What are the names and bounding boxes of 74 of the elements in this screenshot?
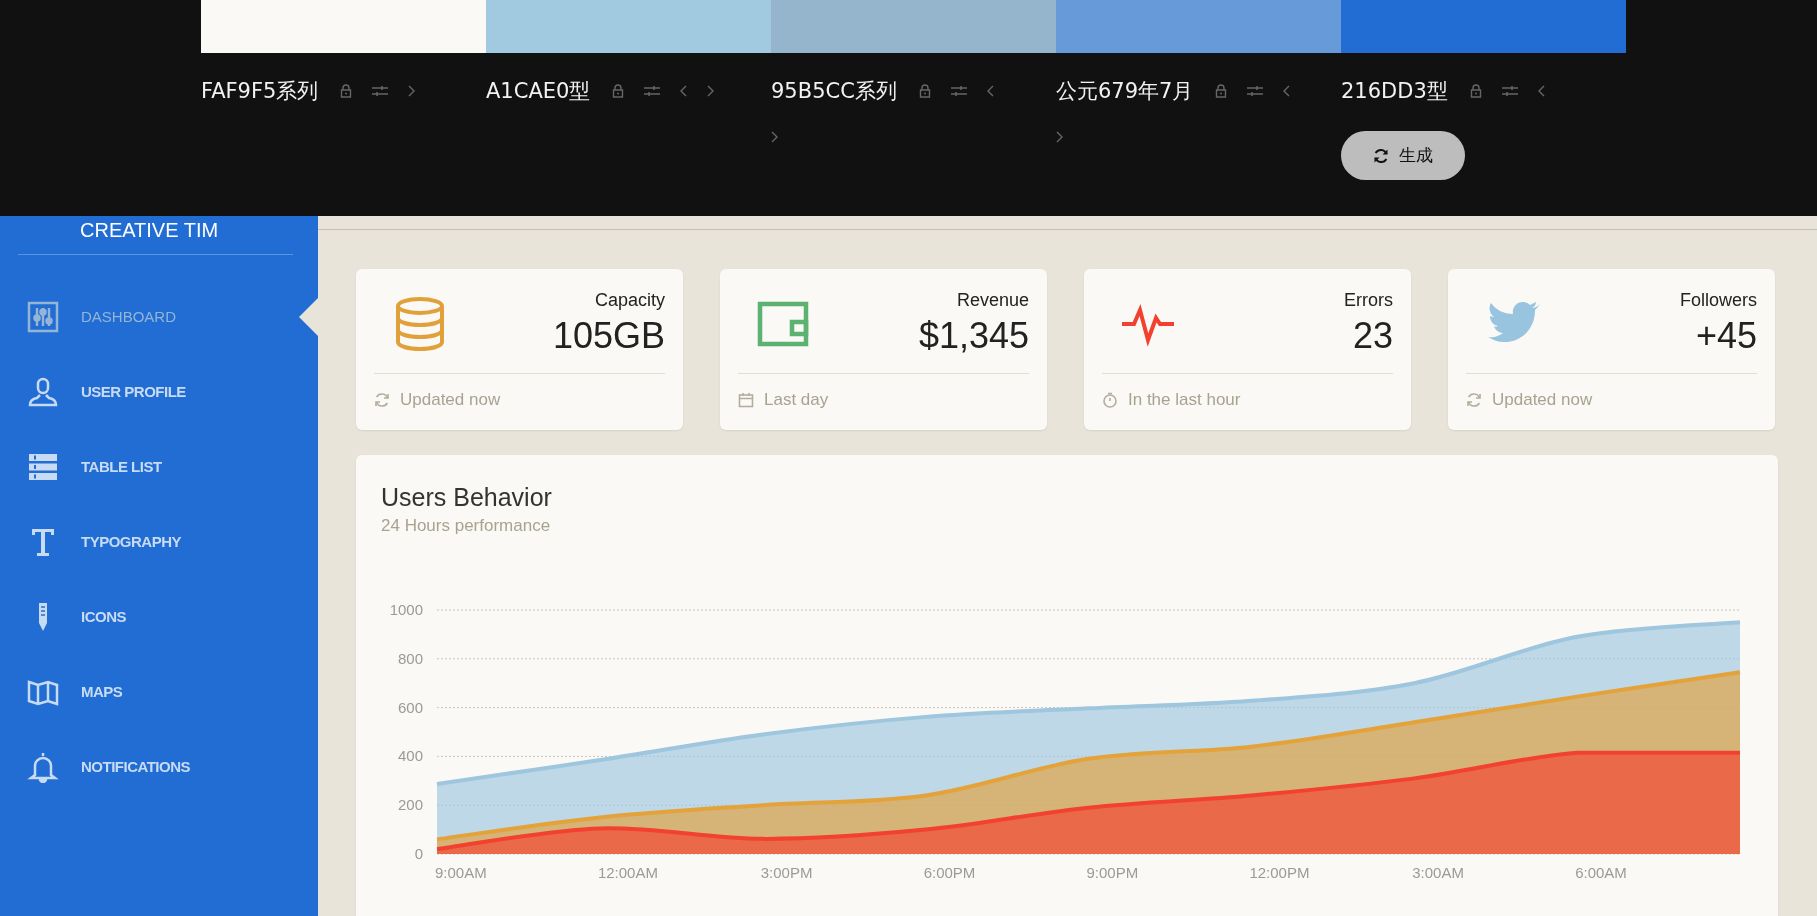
sliders-icon[interactable] xyxy=(644,85,661,97)
lock-icon[interactable] xyxy=(918,84,931,98)
x-tick-label: 6:00PM xyxy=(923,864,976,881)
x-tick-label: 9:00PM xyxy=(1086,864,1139,881)
sliders-icon[interactable] xyxy=(1501,85,1518,97)
x-tick-label: 3:00AM xyxy=(1412,864,1464,881)
generate-button[interactable]: 生成 xyxy=(1341,131,1465,180)
bell-icon xyxy=(27,750,59,783)
color-swatch[interactable] xyxy=(1056,0,1341,53)
stat-title: Revenue xyxy=(955,290,1029,311)
stat-value: 105GB xyxy=(552,315,665,357)
nav-item[interactable]: DASHBOARD xyxy=(0,279,318,354)
color-swatch[interactable] xyxy=(201,0,486,53)
chart-subtitle: 24 Hours performance xyxy=(380,516,552,536)
color-name: A1CAE0型 xyxy=(486,78,591,105)
stat-value: $1,345 xyxy=(918,315,1029,357)
color-swatch[interactable] xyxy=(1341,0,1626,53)
chevron-left-icon[interactable] xyxy=(1283,85,1291,97)
stat-footer-text: Updated now xyxy=(400,390,501,410)
color-name: FAF9F5系列 xyxy=(201,78,319,105)
stat-value: +45 xyxy=(1694,315,1757,357)
color-name: 公元679年7月 xyxy=(1056,78,1194,105)
nav-item[interactable]: USER PROFILE xyxy=(0,354,318,429)
y-tick-label: 0 xyxy=(414,845,423,862)
color-name: 216DD3型 xyxy=(1341,78,1448,105)
sliders-icon xyxy=(27,300,59,333)
x-tick-label: 9:00AM xyxy=(435,864,487,881)
nav-item[interactable]: ICONS xyxy=(0,579,318,654)
sliders-icon[interactable] xyxy=(1247,85,1264,97)
chevron-right-icon[interactable] xyxy=(1056,131,1063,143)
stat-footer-text: Last day xyxy=(764,390,829,410)
y-tick-label: 400 xyxy=(397,747,423,765)
color-swatch[interactable] xyxy=(771,0,1056,53)
chevron-right-icon[interactable] xyxy=(408,85,416,97)
nav-item[interactable]: NOTIFICATIONS xyxy=(0,729,318,804)
chevron-left-icon[interactable] xyxy=(986,85,994,97)
stat-footer-text: In the last hour xyxy=(1128,390,1241,410)
chevron-left-icon[interactable] xyxy=(680,85,688,97)
x-tick-label: 3:00PM xyxy=(760,864,813,881)
stat-title: Capacity xyxy=(593,290,665,311)
nav-item[interactable]: TYPOGRAPHY xyxy=(0,504,318,579)
sliders-icon[interactable] xyxy=(950,85,967,97)
stat-title: Followers xyxy=(1679,290,1757,311)
y-tick-label: 1000 xyxy=(389,601,423,618)
y-tick-label: 200 xyxy=(397,796,423,814)
stat-footer-text: Updated now xyxy=(1492,390,1593,410)
stat-title: Errors xyxy=(1344,290,1393,311)
chart-title: Users Behavior xyxy=(380,483,553,512)
pen-icon xyxy=(38,600,48,633)
lock-icon[interactable] xyxy=(612,84,625,98)
logo-text[interactable]: CREATIVE TIM xyxy=(80,219,219,241)
refresh-icon xyxy=(1466,392,1482,408)
refresh-icon xyxy=(1373,147,1389,164)
x-tick-label: 6:00AM xyxy=(1575,864,1627,881)
chevron-right-icon[interactable] xyxy=(771,131,778,143)
y-tick-label: 600 xyxy=(397,698,423,716)
calendar-icon xyxy=(738,392,754,408)
nav-item[interactable]: TABLE LIST xyxy=(0,429,318,504)
nav-item[interactable]: MAPS xyxy=(0,654,318,729)
chevron-left-icon[interactable] xyxy=(1537,85,1545,97)
color-name: 95B5CC系列 xyxy=(771,78,897,105)
chevron-right-icon[interactable] xyxy=(707,85,715,97)
lock-icon[interactable] xyxy=(340,84,353,98)
refresh-icon xyxy=(374,392,390,408)
user-icon xyxy=(27,375,59,408)
sliders-icon[interactable] xyxy=(372,85,389,97)
y-tick-label: 800 xyxy=(397,649,423,667)
x-tick-label: 12:00PM xyxy=(1249,864,1310,881)
color-swatch[interactable] xyxy=(486,0,771,53)
stat-value: 23 xyxy=(1351,315,1393,357)
x-tick-label: 12:00AM xyxy=(597,864,658,881)
lock-icon[interactable] xyxy=(1215,84,1228,98)
timer-icon xyxy=(1102,392,1118,408)
lock-icon[interactable] xyxy=(1469,84,1482,98)
